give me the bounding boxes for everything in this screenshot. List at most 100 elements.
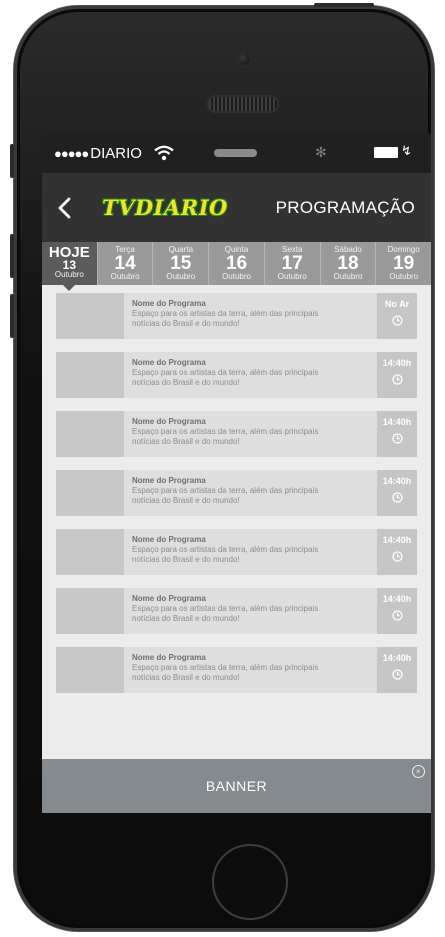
program-description-line: notícias do Brasil e do mundo! (132, 555, 240, 564)
signal-dots: ●●●●● (54, 145, 89, 161)
program-thumbnail (56, 411, 124, 457)
program-time: 14:40h (382, 535, 412, 545)
home-button[interactable] (212, 844, 288, 920)
banner-label: BANNER (205, 778, 268, 794)
close-icon[interactable]: × (412, 765, 425, 778)
program-time: 14:40h (382, 594, 412, 604)
day-month: Outubro (110, 272, 140, 281)
program-time: 14:40h (382, 653, 412, 663)
program-time-box[interactable]: 14:40h (377, 352, 417, 398)
day-selector: HOJE 13 Outubro Terça 14 Outubro Quarta … (42, 242, 431, 291)
nav-bar: TVDIARIO PROGRAMAÇÃO (42, 173, 431, 242)
day-month: Outubro (333, 272, 363, 281)
program-description-line: Espaço para os artistas da terra, além d… (132, 309, 319, 318)
battery-icon (374, 147, 398, 158)
program-description-line: Espaço para os artistas da terra, além d… (132, 663, 319, 672)
program-description-line: Espaço para os artistas da terra, além d… (132, 604, 319, 613)
program-thumbnail (56, 588, 124, 634)
day-tab-14[interactable]: Terça 14 Outubro (97, 242, 154, 285)
program-thumbnail (56, 293, 124, 339)
clock-icon (391, 315, 403, 326)
program-time-box[interactable]: 14:40h (377, 647, 417, 693)
program-name: Nome do Programa (132, 417, 206, 426)
day-tab-19[interactable]: Domingo 19 Outubro (376, 242, 431, 285)
chevron-left-icon[interactable] (57, 197, 71, 219)
program-name: Nome do Programa (132, 299, 206, 308)
day-tab-18[interactable]: Sábado 18 Outubro (320, 242, 377, 285)
day-tab-16[interactable]: Quinta 16 Outubro (209, 242, 265, 285)
program-info: Nome do Programa Espaço para os artistas… (124, 529, 362, 575)
day-month: Outubro (277, 272, 307, 281)
clock-icon (391, 374, 403, 385)
program-info: Nome do Programa Espaço para os artistas… (124, 352, 362, 398)
program-name: Nome do Programa (132, 476, 206, 485)
program-info: Nome do Programa Espaço para os artistas… (124, 411, 362, 457)
program-time: 14:40h (382, 476, 412, 486)
program-time-box[interactable]: 14:40h (377, 529, 417, 575)
program-card[interactable]: Nome do Programa Espaço para os artistas… (56, 293, 417, 339)
program-time: 14:40h (382, 358, 412, 368)
status-indicator-bar (214, 149, 257, 157)
day-month: Outubro (389, 272, 419, 281)
program-name: Nome do Programa (132, 358, 206, 367)
program-name: Nome do Programa (132, 594, 206, 603)
program-description-line: Espaço para os artistas da terra, além d… (132, 545, 319, 554)
status-bar: ●●●●● DIARIO ✻ ↯ (42, 133, 431, 173)
day-number: 14 (114, 253, 136, 274)
program-time-box[interactable]: 14:40h (377, 588, 417, 634)
tv-diario-logo: TVDIARIO (102, 195, 228, 220)
clock-icon (391, 551, 403, 562)
clock-icon (391, 669, 403, 680)
day-month: Outubro (166, 272, 196, 281)
power-button (314, 3, 374, 7)
program-info: Nome do Programa Espaço para os artistas… (124, 470, 362, 516)
ad-banner[interactable]: BANNER × (42, 759, 431, 813)
program-description-line: Espaço para os artistas da terra, além d… (132, 486, 319, 495)
day-tab-13[interactable]: HOJE 13 Outubro (42, 242, 98, 291)
program-time-box[interactable]: No Ar (377, 293, 417, 339)
page-title: PROGRAMAÇÃO (275, 198, 415, 217)
program-thumbnail (56, 529, 124, 575)
program-description-line: notícias do Brasil e do mundo! (132, 437, 240, 446)
program-info: Nome do Programa Espaço para os artistas… (124, 293, 362, 339)
program-card[interactable]: Nome do Programa Espaço para os artistas… (56, 647, 417, 693)
day-tab-17[interactable]: Sexta 17 Outubro (264, 242, 321, 285)
day-number: 16 (225, 253, 248, 274)
program-thumbnail (56, 470, 124, 516)
program-description-line: Espaço para os artistas da terra, além d… (132, 427, 319, 436)
program-name: Nome do Programa (132, 653, 206, 662)
program-thumbnail (56, 352, 124, 398)
day-number: 15 (170, 253, 192, 274)
clock-icon (391, 610, 403, 621)
program-name: Nome do Programa (132, 535, 206, 544)
volume-up-button (10, 234, 14, 278)
program-card[interactable]: Nome do Programa Espaço para os artistas… (56, 588, 417, 634)
program-card[interactable]: Nome do Programa Espaço para os artistas… (56, 411, 417, 457)
program-list: Nome do Programa Espaço para os artistas… (42, 285, 431, 693)
program-time-box[interactable]: 14:40h (377, 411, 417, 457)
program-card[interactable]: Nome do Programa Espaço para os artistas… (56, 529, 417, 575)
wifi-icon (154, 145, 174, 161)
bluetooth-icon: ✻ (315, 144, 327, 160)
day-tab-15[interactable]: Quarta 15 Outubro (153, 242, 210, 285)
mute-switch (10, 144, 14, 178)
program-thumbnail (56, 647, 124, 693)
program-time-box[interactable]: 14:40h (377, 470, 417, 516)
day-month: Outubro (222, 272, 251, 281)
app-screen: ●●●●● DIARIO ✻ ↯ TVDIARIO PROGRAMAÇÃO HO… (42, 133, 431, 813)
program-description-line: notícias do Brasil e do mundo! (132, 319, 240, 328)
clock-icon (391, 433, 403, 444)
program-description-line: notícias do Brasil e do mundo! (132, 614, 240, 623)
program-card[interactable]: Nome do Programa Espaço para os artistas… (56, 470, 417, 516)
day-number: 17 (281, 253, 303, 274)
program-time: 14:40h (382, 417, 412, 427)
carrier-name: DIARIO (90, 144, 142, 162)
program-info: Nome do Programa Espaço para os artistas… (124, 647, 362, 693)
earpiece-speaker (207, 95, 279, 113)
day-number: 18 (337, 253, 359, 274)
program-description-line: Espaço para os artistas da terra, além d… (132, 368, 319, 377)
program-description-line: notícias do Brasil e do mundo! (132, 378, 240, 387)
program-card[interactable]: Nome do Programa Espaço para os artistas… (56, 352, 417, 398)
clock-icon (391, 492, 403, 503)
program-time: No Ar (384, 299, 410, 309)
